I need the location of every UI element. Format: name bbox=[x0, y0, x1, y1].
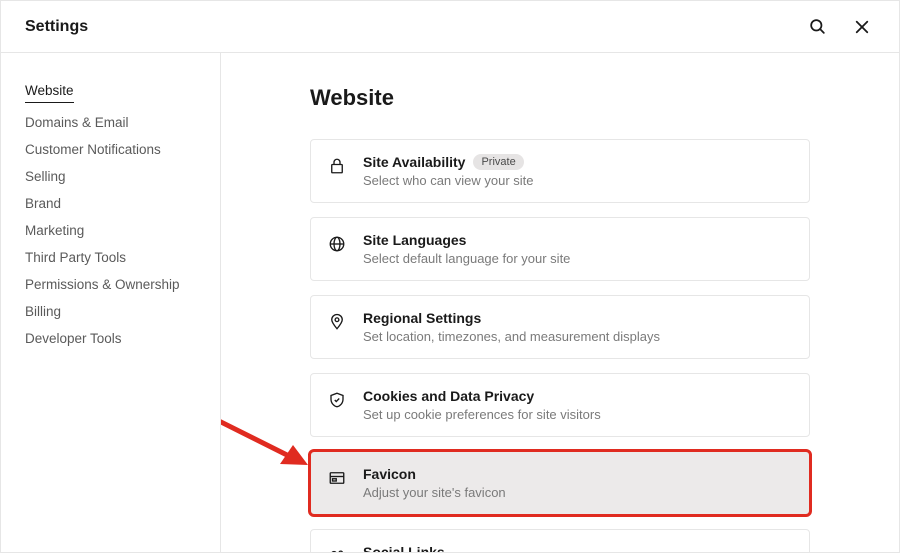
sidebar-item-label: Brand bbox=[25, 196, 61, 211]
card-regional-settings[interactable]: Regional Settings Set location, timezone… bbox=[310, 295, 810, 359]
main: Website Site Availability Private Select… bbox=[221, 53, 899, 552]
status-badge: Private bbox=[473, 154, 523, 170]
lock-icon bbox=[327, 156, 347, 176]
sidebar-item-domains-email[interactable]: Domains & Email bbox=[25, 109, 196, 136]
card-cookies-privacy[interactable]: Cookies and Data Privacy Set up cookie p… bbox=[310, 373, 810, 437]
search-icon bbox=[808, 17, 827, 36]
sidebar-item-selling[interactable]: Selling bbox=[25, 163, 196, 190]
sidebar-item-label: Website bbox=[25, 83, 74, 98]
card-social-links[interactable]: Social Links Add and manage social media… bbox=[310, 529, 810, 552]
browser-window-icon bbox=[327, 468, 347, 488]
card-subtitle: Set up cookie preferences for site visit… bbox=[363, 407, 793, 422]
close-icon bbox=[853, 18, 871, 36]
card-favicon[interactable]: Favicon Adjust your site's favicon bbox=[310, 451, 810, 515]
topbar-actions bbox=[804, 13, 875, 40]
people-icon bbox=[327, 546, 347, 552]
sidebar-item-label: Developer Tools bbox=[25, 331, 122, 346]
globe-icon bbox=[327, 234, 347, 254]
card-title: Favicon bbox=[363, 466, 793, 482]
sidebar: Website Domains & Email Customer Notific… bbox=[1, 53, 221, 552]
sidebar-item-label: Billing bbox=[25, 304, 61, 319]
sidebar-item-label: Selling bbox=[25, 169, 66, 184]
card-site-availability[interactable]: Site Availability Private Select who can… bbox=[310, 139, 810, 203]
card-title: Social Links bbox=[363, 544, 793, 552]
card-site-languages[interactable]: Site Languages Select default language f… bbox=[310, 217, 810, 281]
sidebar-item-label: Domains & Email bbox=[25, 115, 129, 130]
sidebar-item-permissions-ownership[interactable]: Permissions & Ownership bbox=[25, 271, 196, 298]
card-subtitle: Select who can view your site bbox=[363, 173, 793, 188]
close-button[interactable] bbox=[849, 14, 875, 40]
sidebar-item-developer-tools[interactable]: Developer Tools bbox=[25, 325, 196, 352]
content: Website Site Availability Private Select… bbox=[310, 85, 810, 552]
card-subtitle: Adjust your site's favicon bbox=[363, 485, 793, 500]
layout: Website Domains & Email Customer Notific… bbox=[1, 53, 899, 552]
sidebar-item-customer-notifications[interactable]: Customer Notifications bbox=[25, 136, 196, 163]
sidebar-item-label: Third Party Tools bbox=[25, 250, 126, 265]
sidebar-item-label: Customer Notifications bbox=[25, 142, 161, 157]
card-title: Site Availability bbox=[363, 154, 465, 170]
sidebar-item-label: Permissions & Ownership bbox=[25, 277, 180, 292]
sidebar-item-website[interactable]: Website bbox=[25, 77, 74, 103]
sidebar-item-label: Marketing bbox=[25, 223, 84, 238]
topbar-title: Settings bbox=[25, 18, 88, 36]
sidebar-item-billing[interactable]: Billing bbox=[25, 298, 196, 325]
card-subtitle: Set location, timezones, and measurement… bbox=[363, 329, 793, 344]
shield-icon bbox=[327, 390, 347, 410]
annotation-arrow bbox=[221, 409, 320, 479]
search-button[interactable] bbox=[804, 13, 831, 40]
card-title: Regional Settings bbox=[363, 310, 793, 326]
topbar: Settings bbox=[1, 1, 899, 53]
sidebar-item-brand[interactable]: Brand bbox=[25, 190, 196, 217]
card-title: Cookies and Data Privacy bbox=[363, 388, 793, 404]
sidebar-item-marketing[interactable]: Marketing bbox=[25, 217, 196, 244]
location-pin-icon bbox=[327, 312, 347, 332]
sidebar-item-third-party-tools[interactable]: Third Party Tools bbox=[25, 244, 196, 271]
card-title: Site Languages bbox=[363, 232, 793, 248]
card-subtitle: Select default language for your site bbox=[363, 251, 793, 266]
page-heading: Website bbox=[310, 85, 810, 111]
